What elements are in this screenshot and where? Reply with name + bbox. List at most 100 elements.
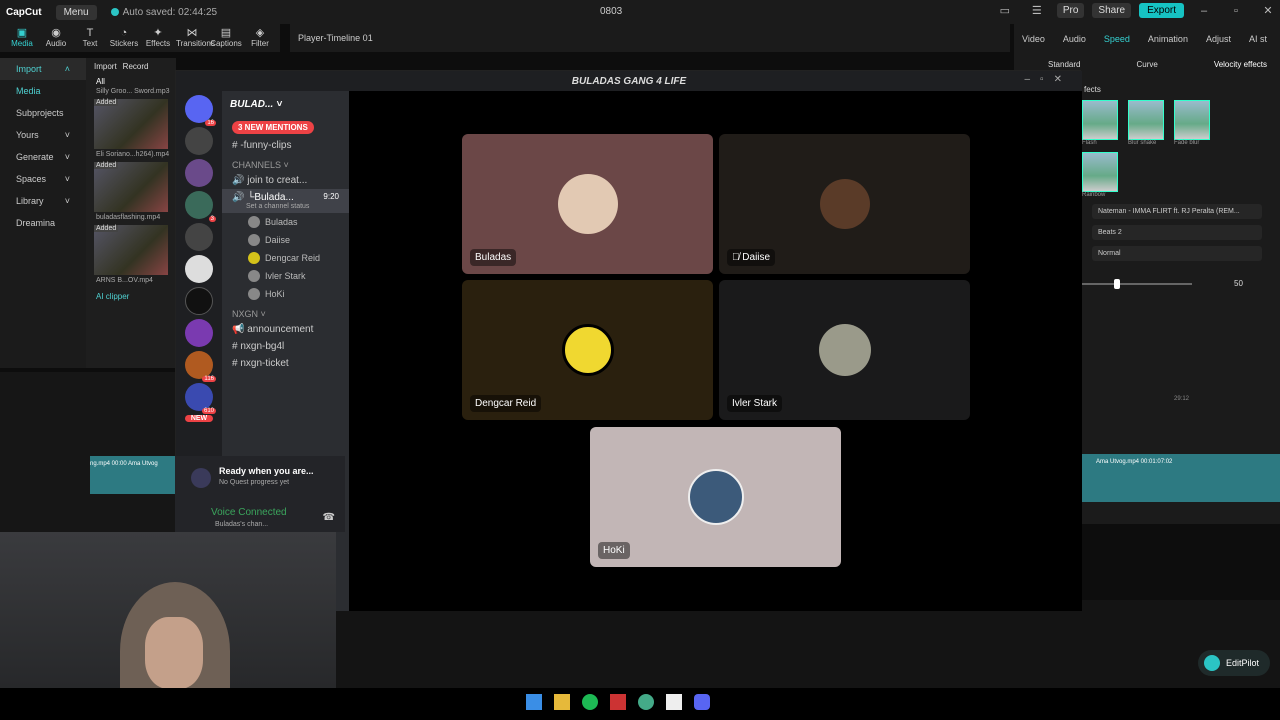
participant-tile[interactable]: HoKi [590, 427, 841, 567]
tab-audio[interactable]: Audio [1063, 34, 1086, 44]
sidebar-item-spaces[interactable]: Spaces ˅ [0, 168, 86, 190]
participant-tile[interactable]: 🎙̸ Daiise [719, 134, 970, 274]
share-button[interactable]: Share [1092, 3, 1132, 18]
voice-connected-label[interactable]: Voice Connected [211, 507, 287, 518]
beats-dropdown[interactable]: Beats 2 [1092, 225, 1262, 240]
server-icon[interactable] [185, 255, 213, 283]
maximize-icon[interactable]: ▫ [1224, 5, 1248, 17]
chrome-icon[interactable] [638, 694, 654, 710]
subtab-velocity-effects[interactable]: Velocity effects [1214, 60, 1267, 69]
voice-member[interactable]: Buladas [222, 213, 349, 231]
disconnect-icon[interactable]: ☎ [323, 512, 335, 523]
server-icon[interactable] [185, 127, 213, 155]
quest-card[interactable]: Ready when you are... No Quest progress … [175, 456, 345, 504]
subtab-standard[interactable]: Standard [1048, 60, 1080, 69]
voice-channel-label[interactable]: Buladas's chan... [215, 521, 268, 528]
capcut-icon[interactable] [666, 694, 682, 710]
participant-tile[interactable]: Buladas [462, 134, 713, 274]
channel-nxgn-bg4l[interactable]: # nxgn-bg4l [222, 338, 349, 355]
participant-tile[interactable]: Ivler Stark [719, 280, 970, 420]
server-icon[interactable] [185, 287, 213, 315]
server-icon[interactable] [185, 159, 213, 187]
channel-status[interactable]: Set a channel status [232, 203, 339, 210]
slider-thumb[interactable] [1114, 278, 1120, 289]
sidebar-item-generate[interactable]: Generate ˅ [0, 146, 86, 168]
tab-media[interactable]: ▣ Media [6, 24, 38, 52]
timeline-clip[interactable]: Ama Utvog.mp4 00:01:07:02 [1082, 454, 1280, 502]
media-filter-all[interactable]: All [86, 75, 176, 88]
tab-video[interactable]: Video [1022, 34, 1045, 44]
tab-text[interactable]: T Text [74, 24, 106, 52]
tab-animation[interactable]: Animation [1148, 34, 1188, 44]
minimize-icon[interactable]: – [1192, 5, 1216, 17]
voice-member[interactable]: Daiise [222, 231, 349, 249]
new-badge: NEW [185, 415, 213, 422]
tab-captions[interactable]: ▤ Captions [210, 24, 242, 52]
subtab-curve[interactable]: Curve [1136, 60, 1157, 69]
server-icon[interactable]: 3 [185, 191, 216, 222]
timeline-clip[interactable]: ng.mp4 00:00 Ama Utvog [90, 456, 176, 494]
category-channels[interactable]: CHANNELS ˅ [222, 154, 349, 172]
sidebar-item-library[interactable]: Library ˅ [0, 190, 86, 212]
category-nxgn[interactable]: NXGN ˅ [222, 303, 349, 321]
sidebar-item-dreamina[interactable]: Dreamina [0, 212, 86, 234]
server-icon[interactable] [185, 319, 213, 347]
layout-icon[interactable]: ▭ [993, 4, 1017, 17]
media-thumbnail[interactable]: Added [94, 225, 168, 275]
start-icon[interactable] [526, 694, 542, 710]
channel-funny-clips[interactable]: # -funny-clips [222, 137, 349, 154]
music-dropdown[interactable]: Nateman - IMMA FLIRT ft. RJ Peralta (REM… [1092, 204, 1262, 219]
mode-dropdown[interactable]: Normal [1092, 246, 1262, 261]
participant-tile[interactable]: Dengcar Reid [462, 280, 713, 420]
tab-ai-style[interactable]: AI st [1249, 34, 1267, 44]
media-thumbnail[interactable]: Added [94, 99, 168, 149]
channel-announcement[interactable]: 📢 announcement [222, 321, 349, 338]
close-icon[interactable]: ✕ [1256, 4, 1280, 17]
sidebar-item-import[interactable]: Import ˄ [0, 58, 86, 80]
server-icon[interactable]: 116 [185, 351, 216, 382]
voice-member[interactable]: HoKi [222, 285, 349, 303]
sidebar-item-yours[interactable]: Yours ˅ [0, 124, 86, 146]
effect-label: Fade blur [1174, 140, 1200, 146]
settings-icon[interactable]: ☰ [1025, 4, 1049, 17]
sidebar-item-subprojects[interactable]: Subprojects [0, 102, 86, 124]
channel-join-to-create[interactable]: 🔊 join to creat... [222, 172, 349, 189]
discord-home-icon[interactable]: 16 [185, 95, 216, 126]
server-icon[interactable] [185, 223, 213, 251]
tab-stickers[interactable]: ◔ Stickers [108, 24, 140, 52]
menu-button[interactable]: Menu [55, 4, 97, 20]
tab-audio[interactable]: ◉ Audio [40, 24, 72, 52]
mentions-banner[interactable]: 3 NEW MENTIONS [222, 118, 349, 137]
voice-member[interactable]: Ivler Stark [222, 267, 349, 285]
pro-button[interactable]: Pro [1056, 3, 1085, 18]
tab-effects[interactable]: ✦ Effects [142, 24, 174, 52]
ai-clipper-button[interactable]: AI clipper [86, 284, 176, 309]
tab-speed[interactable]: Speed [1104, 34, 1130, 44]
channel-nxgn-ticket[interactable]: # nxgn-ticket [222, 355, 349, 372]
tab-transitions[interactable]: ⋈ Transitions [176, 24, 215, 52]
record-button[interactable]: Record [123, 62, 149, 71]
app-icon[interactable] [610, 694, 626, 710]
sidebar-item-label: Yours [16, 130, 39, 140]
tab-adjust[interactable]: Adjust [1206, 34, 1231, 44]
voice-member[interactable]: Dengcar Reid [222, 249, 349, 267]
editpilot-button[interactable]: EditPilot [1198, 650, 1270, 676]
discord-icon[interactable] [694, 694, 710, 710]
effect-fade-blur[interactable]: Fade blur [1174, 100, 1210, 146]
intensity-slider[interactable] [1082, 278, 1192, 289]
chevron-down-icon: ˅ [276, 99, 282, 110]
effect-flash[interactable]: Flash [1082, 100, 1118, 146]
import-button[interactable]: Import [94, 62, 117, 71]
server-name[interactable]: BULAD... ˅ [222, 91, 349, 118]
media-thumbnail[interactable]: Added [94, 162, 168, 212]
export-button[interactable]: Export [1139, 3, 1184, 18]
sidebar-item-media[interactable]: Media [0, 80, 86, 102]
channel-buladas-voice[interactable]: 🔊 └Bulada... 9:20 Set a channel status [222, 189, 349, 213]
effect-blur-shake[interactable]: Blur shake [1128, 100, 1164, 146]
server-icon[interactable]: 610 [185, 383, 216, 414]
window-controls[interactable]: –▫✕ [1025, 74, 1073, 85]
tab-filter[interactable]: ◈ Filter [244, 24, 276, 52]
slider-value[interactable]: 50 [1234, 279, 1243, 288]
folder-icon[interactable] [554, 694, 570, 710]
spotify-icon[interactable] [582, 694, 598, 710]
